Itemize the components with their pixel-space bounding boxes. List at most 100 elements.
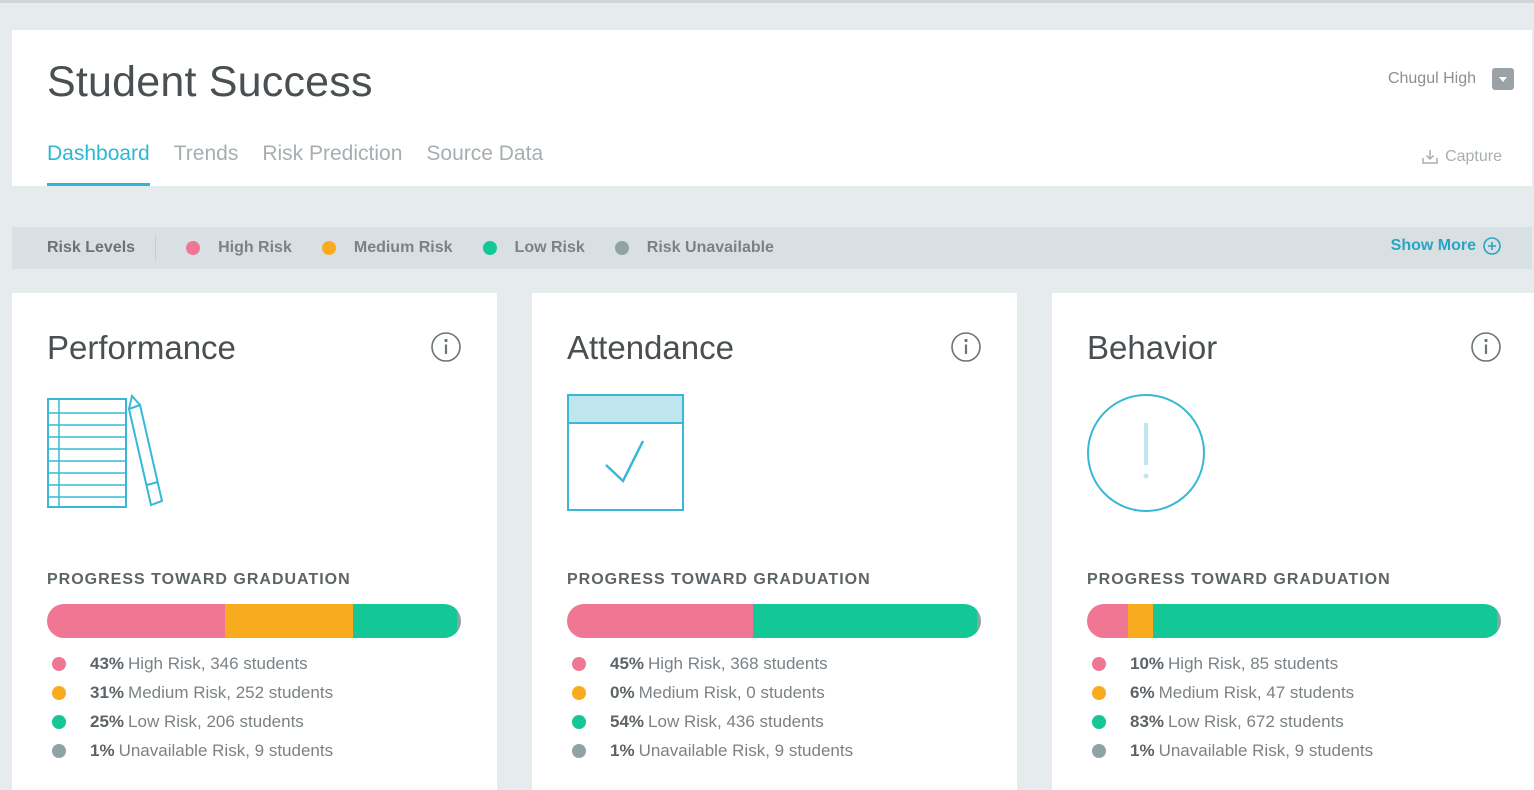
legend-medium-risk: Medium Risk bbox=[321, 239, 453, 257]
stat-medium-risk: 6% Medium Risk, 47 students bbox=[1087, 678, 1373, 707]
plus-circle-icon bbox=[1483, 237, 1501, 255]
progress-label: PROGRESS TOWARD GRADUATION bbox=[567, 571, 871, 588]
progress-bar bbox=[567, 604, 981, 638]
legend-label: Medium Risk bbox=[353, 239, 453, 256]
risk-levels-bar: Risk Levels High Risk Medium Risk Low Ri… bbox=[12, 227, 1532, 269]
stat-text: High Risk, 346 students bbox=[128, 653, 308, 673]
legend-low-risk: Low Risk bbox=[482, 239, 585, 257]
stat-dot bbox=[572, 656, 586, 671]
legend-label: Risk Unavailable bbox=[646, 239, 774, 256]
legend-label: Low Risk bbox=[514, 239, 585, 256]
stat-high-risk: 45% High Risk, 368 students bbox=[567, 649, 853, 678]
card-title: Attendance bbox=[567, 329, 734, 366]
stat-text: High Risk, 85 students bbox=[1168, 653, 1339, 673]
stat-medium-risk: 0% Medium Risk, 0 students bbox=[567, 678, 853, 707]
school-select-value: Chugul High bbox=[1387, 70, 1476, 87]
progress-segment-medium bbox=[1128, 604, 1154, 638]
stat-text: Low Risk, 436 students bbox=[648, 711, 824, 731]
risk-stats-list: 10% High Risk, 85 students 6% Medium Risk,… bbox=[1087, 649, 1373, 765]
stat-percent: 54% bbox=[610, 711, 645, 731]
stat-percent: 83% bbox=[1130, 711, 1165, 731]
stat-high-risk: 43% High Risk, 346 students bbox=[47, 649, 333, 678]
progress-label: PROGRESS TOWARD GRADUATION bbox=[1087, 571, 1391, 588]
progress-segment-low bbox=[353, 604, 457, 638]
info-icon[interactable] bbox=[1470, 331, 1502, 363]
stat-unavailable-risk: 1% Unavailable Risk, 9 students bbox=[567, 736, 853, 765]
nav-tabs: Dashboard Trends Risk Prediction Source … bbox=[47, 142, 543, 186]
capture-label: Capture bbox=[1445, 148, 1502, 165]
app-header: Student Success Chugul High Dashboard Tr… bbox=[12, 30, 1532, 186]
progress-segment-medium bbox=[225, 604, 354, 638]
card-title: Performance bbox=[47, 329, 236, 366]
stat-text: Low Risk, 206 students bbox=[128, 711, 304, 731]
stat-percent: 31% bbox=[90, 682, 125, 702]
stat-dot bbox=[572, 714, 586, 729]
behavior-card: Behavior PROGRESS TOWARD GRADUATION 10% H… bbox=[1052, 293, 1534, 790]
stat-dot bbox=[1092, 714, 1106, 729]
card-title: Behavior bbox=[1087, 329, 1218, 366]
attendance-card: Attendance PROGRESS TOWARD GRADUATION 45… bbox=[532, 293, 1017, 790]
progress-segment-low bbox=[1153, 604, 1497, 638]
stat-percent: 1% bbox=[610, 740, 635, 760]
stat-text: Unavailable Risk, 9 students bbox=[118, 740, 334, 760]
legend-risk-unavailable: Risk Unavailable bbox=[614, 239, 774, 257]
stat-percent: 43% bbox=[90, 653, 125, 673]
show-more-button[interactable]: Show More bbox=[1391, 236, 1502, 256]
page-title: Student Success bbox=[47, 58, 373, 106]
progress-segment-low bbox=[753, 604, 977, 638]
stat-text: Low Risk, 672 students bbox=[1168, 711, 1344, 731]
stat-text: Medium Risk, 47 students bbox=[1158, 682, 1355, 702]
stat-text: High Risk, 368 students bbox=[648, 653, 828, 673]
stat-low-risk: 54% Low Risk, 436 students bbox=[567, 707, 853, 736]
download-icon bbox=[1422, 150, 1438, 164]
stat-percent: 6% bbox=[1130, 682, 1155, 702]
stat-text: Unavailable Risk, 9 students bbox=[638, 740, 854, 760]
stat-percent: 25% bbox=[90, 711, 125, 731]
stat-percent: 0% bbox=[610, 682, 635, 702]
progress-segment-unavailable bbox=[456, 604, 461, 638]
school-select[interactable]: Chugul High bbox=[1388, 68, 1514, 90]
calendar-check-icon bbox=[567, 394, 684, 511]
tab-risk-prediction[interactable]: Risk Prediction bbox=[262, 142, 402, 186]
legend-dot bbox=[614, 241, 629, 255]
risk-stats-list: 45% High Risk, 368 students 0% Medium Risk… bbox=[567, 649, 853, 765]
stat-text: Medium Risk, 0 students bbox=[638, 682, 825, 702]
progress-segment-unavailable bbox=[976, 604, 981, 638]
info-icon[interactable] bbox=[950, 331, 982, 363]
tab-source-data[interactable]: Source Data bbox=[426, 142, 543, 186]
show-more-label: Show More bbox=[1390, 237, 1476, 254]
progress-bar bbox=[1087, 604, 1501, 638]
stat-high-risk: 10% High Risk, 85 students bbox=[1087, 649, 1373, 678]
progress-bar bbox=[47, 604, 461, 638]
stat-low-risk: 83% Low Risk, 672 students bbox=[1087, 707, 1373, 736]
exclamation-circle-icon bbox=[1087, 394, 1205, 512]
progress-label: PROGRESS TOWARD GRADUATION bbox=[47, 571, 351, 588]
stat-text: Unavailable Risk, 9 students bbox=[1158, 740, 1374, 760]
legend-dot bbox=[186, 241, 201, 255]
stat-dot bbox=[572, 743, 586, 758]
stat-dot bbox=[52, 743, 66, 758]
tab-trends[interactable]: Trends bbox=[174, 142, 239, 186]
stat-low-risk: 25% Low Risk, 206 students bbox=[47, 707, 333, 736]
progress-segment-high bbox=[47, 604, 226, 638]
stat-medium-risk: 31% Medium Risk, 252 students bbox=[47, 678, 333, 707]
info-icon[interactable] bbox=[430, 331, 462, 363]
progress-segment-high bbox=[567, 604, 754, 638]
legend-dot bbox=[321, 241, 336, 255]
stat-dot bbox=[52, 685, 66, 700]
progress-segment-high bbox=[1087, 604, 1129, 638]
stat-dot bbox=[1092, 656, 1106, 671]
legend-high-risk: High Risk bbox=[186, 239, 292, 257]
capture-button[interactable]: Capture bbox=[1421, 148, 1502, 166]
tab-dashboard[interactable]: Dashboard bbox=[47, 142, 150, 186]
stat-dot bbox=[572, 685, 586, 700]
notebook-pencil-icon bbox=[47, 393, 164, 508]
top-border bbox=[0, 0, 1534, 3]
stat-dot bbox=[52, 714, 66, 729]
stat-dot bbox=[1092, 685, 1106, 700]
stat-percent: 10% bbox=[1130, 653, 1165, 673]
stat-unavailable-risk: 1% Unavailable Risk, 9 students bbox=[1087, 736, 1373, 765]
stat-percent: 45% bbox=[610, 653, 645, 673]
risk-stats-list: 43% High Risk, 346 students 31% Medium Ris… bbox=[47, 649, 333, 765]
dropdown-caret-icon[interactable] bbox=[1492, 68, 1514, 90]
